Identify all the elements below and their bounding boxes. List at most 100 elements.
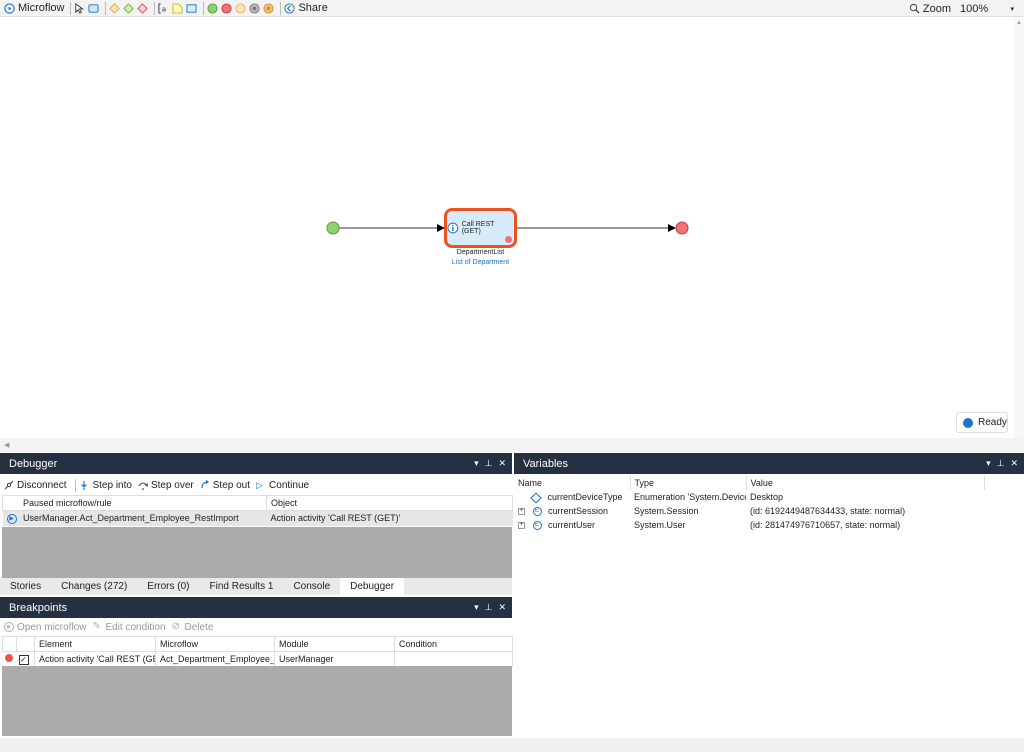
column-header[interactable]: Element: [34, 636, 156, 652]
breakpoint-element: Action activity 'Call REST (GET)': [34, 651, 156, 667]
microflow-canvas[interactable]: Call REST (GET) DepartmentList List of D…: [0, 18, 1024, 438]
loop-icon[interactable]: [186, 3, 197, 14]
pin-icon[interactable]: ⊥: [485, 458, 493, 469]
column-header: [16, 636, 35, 652]
variable-name: currentDeviceType: [547, 492, 623, 502]
column-header[interactable]: Value: [746, 476, 985, 490]
variable-type: System.Session: [634, 506, 699, 517]
delete-button[interactable]: ⊘ Delete: [172, 622, 214, 633]
dropdown-icon[interactable]: ▾: [986, 458, 991, 469]
microflow-title: Microflow: [18, 2, 65, 14]
variables-title: Variables: [523, 457, 569, 470]
microflow-tab[interactable]: Microflow: [4, 0, 64, 17]
expand-icon[interactable]: +: [518, 522, 525, 530]
column-header[interactable]: Module: [274, 636, 395, 652]
dropdown-icon[interactable]: ▾: [474, 602, 479, 613]
tab-console[interactable]: Console: [283, 578, 340, 595]
variable-name: currentSession: [548, 506, 609, 516]
breakpoint-icon: [505, 236, 512, 243]
zoom-select[interactable]: 100% ▾: [956, 1, 1016, 16]
breakpoints-table: Element Microflow Module Condition ✓ Act…: [2, 636, 513, 667]
activity-tool-icon[interactable]: [88, 3, 99, 14]
disconnect-icon: [4, 480, 14, 490]
table-row[interactable]: ✓ Action activity 'Call REST (GET)' Act_…: [2, 651, 513, 667]
merge-icon[interactable]: [123, 2, 135, 14]
share-label: Share: [298, 2, 328, 14]
tab-debugger[interactable]: Debugger: [340, 578, 405, 595]
column-header[interactable]: Paused microflow/rule: [2, 495, 267, 511]
variables-panel-header: Variables ▾ ⊥ ✕: [514, 453, 1024, 474]
expand-icon[interactable]: +: [518, 508, 525, 516]
breakpoints-empty-area: [2, 666, 512, 736]
continue-event-icon[interactable]: [263, 2, 274, 14]
bottom-tab-bar: Stories Changes (272) Errors (0) Find Re…: [0, 578, 512, 595]
break-event-icon[interactable]: [249, 2, 260, 14]
open-microflow-button[interactable]: ▶ Open microflow: [4, 622, 86, 633]
column-header[interactable]: Microflow: [155, 636, 275, 652]
step-out-icon: [201, 480, 209, 489]
tab-find-results[interactable]: Find Results 1: [200, 578, 284, 595]
continue-button[interactable]: ▷ Continue: [256, 480, 309, 491]
parameter-icon[interactable]: a: [158, 2, 169, 14]
start-event-icon[interactable]: [207, 2, 218, 14]
zoom-value: 100%: [960, 2, 989, 15]
pin-icon[interactable]: ⊥: [485, 602, 493, 613]
table-row[interactable]: ▶ UserManager.Act_Department_Employee_Re…: [2, 510, 513, 526]
step-over-icon: [138, 482, 148, 490]
column-header[interactable]: Condition: [394, 636, 513, 652]
variable-row[interactable]: + E currentSession System.Session (id: 6…: [514, 504, 984, 518]
ready-icon: [963, 417, 973, 428]
status-indicator: Ready: [956, 412, 1008, 433]
edit-condition-button[interactable]: ✎ Edit condition: [92, 622, 165, 633]
variables-tree: Name Type Value currentDeviceType Enumer…: [514, 476, 1024, 738]
close-icon[interactable]: ✕: [1010, 458, 1018, 469]
debugger-toolbar: Disconnect Step into Step over Step out …: [0, 476, 512, 494]
pointer-icon[interactable]: [74, 2, 85, 14]
object-type-decision-icon[interactable]: [137, 2, 149, 14]
toolbar-divider: [70, 1, 72, 15]
step-into-button[interactable]: Step into: [79, 480, 132, 491]
enabled-checkbox[interactable]: ✓: [18, 654, 29, 665]
canvas-vertical-scrollbar[interactable]: ▲ ▼: [1014, 18, 1024, 452]
breakpoint-module: UserManager: [274, 651, 395, 667]
breakpoints-toolbar: ▶ Open microflow ✎ Edit condition ⊘ Dele…: [0, 618, 512, 636]
step-out-button[interactable]: Step out: [200, 480, 250, 491]
close-icon[interactable]: ✕: [498, 458, 506, 469]
column-header[interactable]: Name: [514, 476, 631, 490]
end-event: [675, 221, 689, 235]
pin-icon[interactable]: ⊥: [997, 458, 1005, 469]
column-header[interactable]: Object: [266, 495, 513, 511]
variable-row[interactable]: currentDeviceType Enumeration 'System.De…: [514, 490, 984, 504]
step-into-icon: [81, 481, 88, 490]
dropdown-icon[interactable]: ▾: [474, 458, 479, 469]
canvas-horizontal-scrollbar[interactable]: ◀: [0, 438, 1024, 452]
scroll-up-icon: ▲: [1016, 20, 1022, 26]
disconnect-button[interactable]: Disconnect: [4, 480, 66, 491]
debugger-empty-area: [2, 527, 512, 578]
tab-stories[interactable]: Stories: [0, 578, 51, 595]
annotation-icon[interactable]: [172, 2, 183, 14]
paused-object: Action activity 'Call REST (GET)': [270, 513, 401, 524]
call-rest-activity[interactable]: Call REST (GET): [444, 208, 517, 248]
end-event-icon[interactable]: [221, 2, 232, 14]
close-icon[interactable]: ✕: [498, 602, 506, 613]
paused-microflow-name: UserManager.Act_Department_Employee_Rest…: [23, 513, 239, 523]
zoom-icon: [909, 3, 920, 14]
output-variable-name: DepartmentList: [456, 249, 505, 256]
variable-type: Enumeration 'System.Device...: [634, 492, 746, 502]
variable-row[interactable]: + E currentUser System.User (id: 2814749…: [514, 518, 984, 532]
error-event-icon[interactable]: [235, 2, 246, 14]
share-button[interactable]: Share: [284, 0, 328, 17]
decision-icon[interactable]: [109, 2, 121, 14]
svg-text:a: a: [162, 4, 167, 13]
step-over-button[interactable]: Step over: [138, 480, 194, 491]
column-header[interactable]: Type: [630, 476, 747, 490]
chevron-down-icon: ▾: [1010, 5, 1014, 13]
tab-changes[interactable]: Changes (272): [51, 578, 137, 595]
variable-value: (id: 281474976710657, state: normal): [750, 520, 901, 531]
debugger-panel-header: Debugger ▾ ⊥ ✕: [0, 453, 512, 474]
variable-name: currentUser: [548, 520, 596, 531]
tab-errors[interactable]: Errors (0): [137, 578, 199, 595]
share-icon: [284, 2, 295, 14]
start-event: [326, 221, 340, 235]
